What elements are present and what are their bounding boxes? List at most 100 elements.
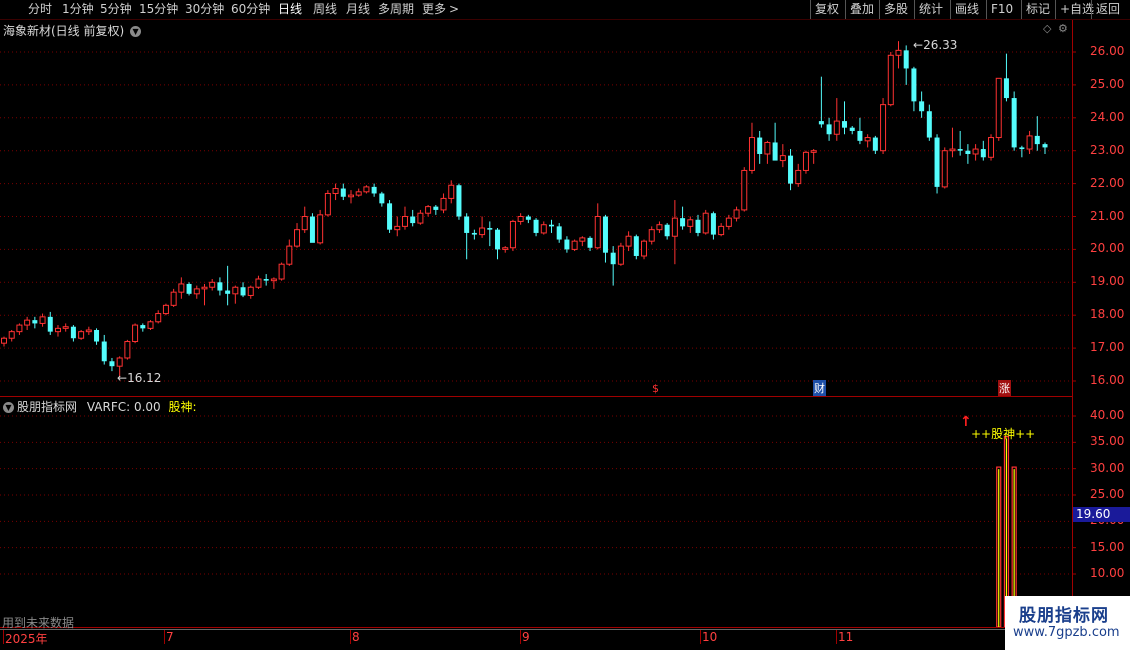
candle-body bbox=[317, 214, 324, 244]
candle bbox=[433, 204, 439, 215]
indicator-y-tick-label: 30.00 bbox=[1090, 460, 1125, 475]
candle-body bbox=[170, 291, 177, 306]
candle bbox=[540, 221, 547, 235]
candle-body bbox=[109, 361, 115, 367]
low-arrow-icon: ← bbox=[117, 371, 128, 385]
candle bbox=[456, 183, 462, 220]
candle bbox=[1019, 145, 1025, 158]
dividend-marker[interactable]: $ bbox=[652, 382, 659, 395]
chart-frame bbox=[0, 20, 1130, 650]
period-tab-8[interactable]: 月线 bbox=[346, 1, 370, 18]
back-button[interactable]: 返回 bbox=[1091, 0, 1124, 19]
period-tab-5[interactable]: 60分钟 bbox=[231, 1, 270, 18]
main-y-tick-label: 25.00 bbox=[1090, 76, 1125, 91]
candle bbox=[802, 150, 809, 174]
chart-area[interactable] bbox=[0, 20, 1130, 650]
candle-body bbox=[1011, 98, 1017, 148]
candle-body bbox=[255, 278, 262, 288]
candle-body bbox=[579, 237, 586, 242]
candle bbox=[487, 221, 493, 247]
period-tab-0[interactable]: 分时 bbox=[28, 1, 52, 18]
candle-body bbox=[965, 150, 971, 154]
candle bbox=[525, 214, 531, 224]
candlestick-series bbox=[1, 41, 1048, 378]
chevron-down-icon[interactable]: ▼ bbox=[130, 26, 142, 37]
candle-body bbox=[24, 319, 31, 326]
indicator-title[interactable]: ▼ 股朋指标网 VARFC: 0.00 股神: bbox=[3, 398, 197, 415]
candle-body bbox=[895, 49, 902, 56]
candle bbox=[842, 101, 848, 135]
candle bbox=[355, 188, 362, 197]
candle bbox=[317, 209, 324, 245]
candle-body bbox=[140, 325, 146, 329]
indicator-y-tick-label: 40.00 bbox=[1090, 408, 1125, 422]
candle-body bbox=[1026, 135, 1033, 150]
candle-body bbox=[85, 329, 92, 333]
mark-button[interactable]: 标记 bbox=[1021, 0, 1054, 19]
candle bbox=[440, 193, 447, 214]
candle bbox=[895, 41, 902, 69]
candle-body bbox=[471, 232, 477, 235]
candle-body bbox=[934, 137, 940, 187]
candle-body bbox=[124, 341, 131, 359]
x-tick-label: 11 bbox=[838, 630, 854, 644]
high-arrow-icon: ← bbox=[913, 38, 924, 52]
more-arrow-icon[interactable]: > bbox=[449, 1, 459, 18]
statistics-button[interactable]: 统计 bbox=[914, 0, 947, 19]
candle-body bbox=[147, 321, 154, 329]
period-tab-7[interactable]: 周线 bbox=[313, 1, 337, 18]
period-tab-1[interactable]: 1分钟 bbox=[62, 1, 94, 18]
candle-body bbox=[633, 236, 639, 256]
diamond-icon[interactable]: ◇ bbox=[1043, 22, 1051, 35]
candle-body bbox=[355, 191, 362, 196]
chevron-down-icon[interactable]: ▼ bbox=[3, 402, 14, 413]
financial-report-marker[interactable]: 财 bbox=[813, 380, 826, 396]
multi-stock-button[interactable]: 多股 bbox=[879, 0, 912, 19]
candle-body bbox=[240, 287, 246, 296]
x-tick-label: 9 bbox=[522, 630, 530, 644]
candle-body bbox=[725, 217, 732, 227]
limit-up-marker[interactable]: 涨 bbox=[998, 380, 1011, 396]
candle-body bbox=[509, 220, 516, 249]
x-tick bbox=[350, 630, 351, 644]
candle bbox=[864, 134, 871, 148]
candle-body bbox=[795, 169, 802, 185]
drawing-button[interactable]: 画线 bbox=[950, 0, 983, 19]
watermark-url: www.7gpzb.com bbox=[1013, 625, 1120, 640]
x-tick bbox=[3, 630, 4, 644]
f10-button[interactable]: F10 bbox=[986, 0, 1017, 19]
candle-body bbox=[656, 224, 663, 231]
candle-body bbox=[733, 209, 740, 219]
period-tab-2[interactable]: 5分钟 bbox=[100, 1, 132, 18]
candle bbox=[648, 226, 655, 245]
candle bbox=[1011, 91, 1017, 151]
candle bbox=[54, 325, 61, 337]
restore-rights-button[interactable]: 复权 bbox=[810, 0, 843, 19]
settings-icon[interactable]: ⚙ bbox=[1058, 22, 1068, 35]
candle-body bbox=[772, 142, 778, 161]
candle bbox=[70, 325, 76, 342]
period-tab-9[interactable]: 多周期 bbox=[378, 1, 414, 18]
candle bbox=[680, 206, 686, 230]
candle bbox=[217, 277, 223, 296]
candle bbox=[124, 339, 131, 360]
period-tab-4[interactable]: 30分钟 bbox=[185, 1, 224, 18]
candle bbox=[795, 163, 802, 187]
period-tab-10[interactable]: 更多 bbox=[422, 1, 446, 18]
candle bbox=[972, 144, 979, 161]
candle bbox=[263, 274, 269, 286]
candle-body bbox=[1003, 78, 1009, 99]
candle-body bbox=[410, 216, 416, 224]
candle-body bbox=[764, 141, 771, 155]
candle-body bbox=[972, 148, 979, 155]
overlay-button[interactable]: 叠加 bbox=[845, 0, 878, 19]
period-tab-6[interactable]: 日线 bbox=[278, 1, 302, 18]
candle bbox=[401, 206, 408, 230]
x-tick-label: 8 bbox=[352, 630, 360, 644]
candle bbox=[748, 122, 755, 174]
period-tab-3[interactable]: 15分钟 bbox=[139, 1, 178, 18]
candle-body bbox=[47, 316, 53, 332]
main-chart-title[interactable]: 海象新材(日线 前复权) ▼ bbox=[3, 22, 144, 39]
candle-body bbox=[417, 212, 424, 224]
candle bbox=[294, 223, 301, 248]
